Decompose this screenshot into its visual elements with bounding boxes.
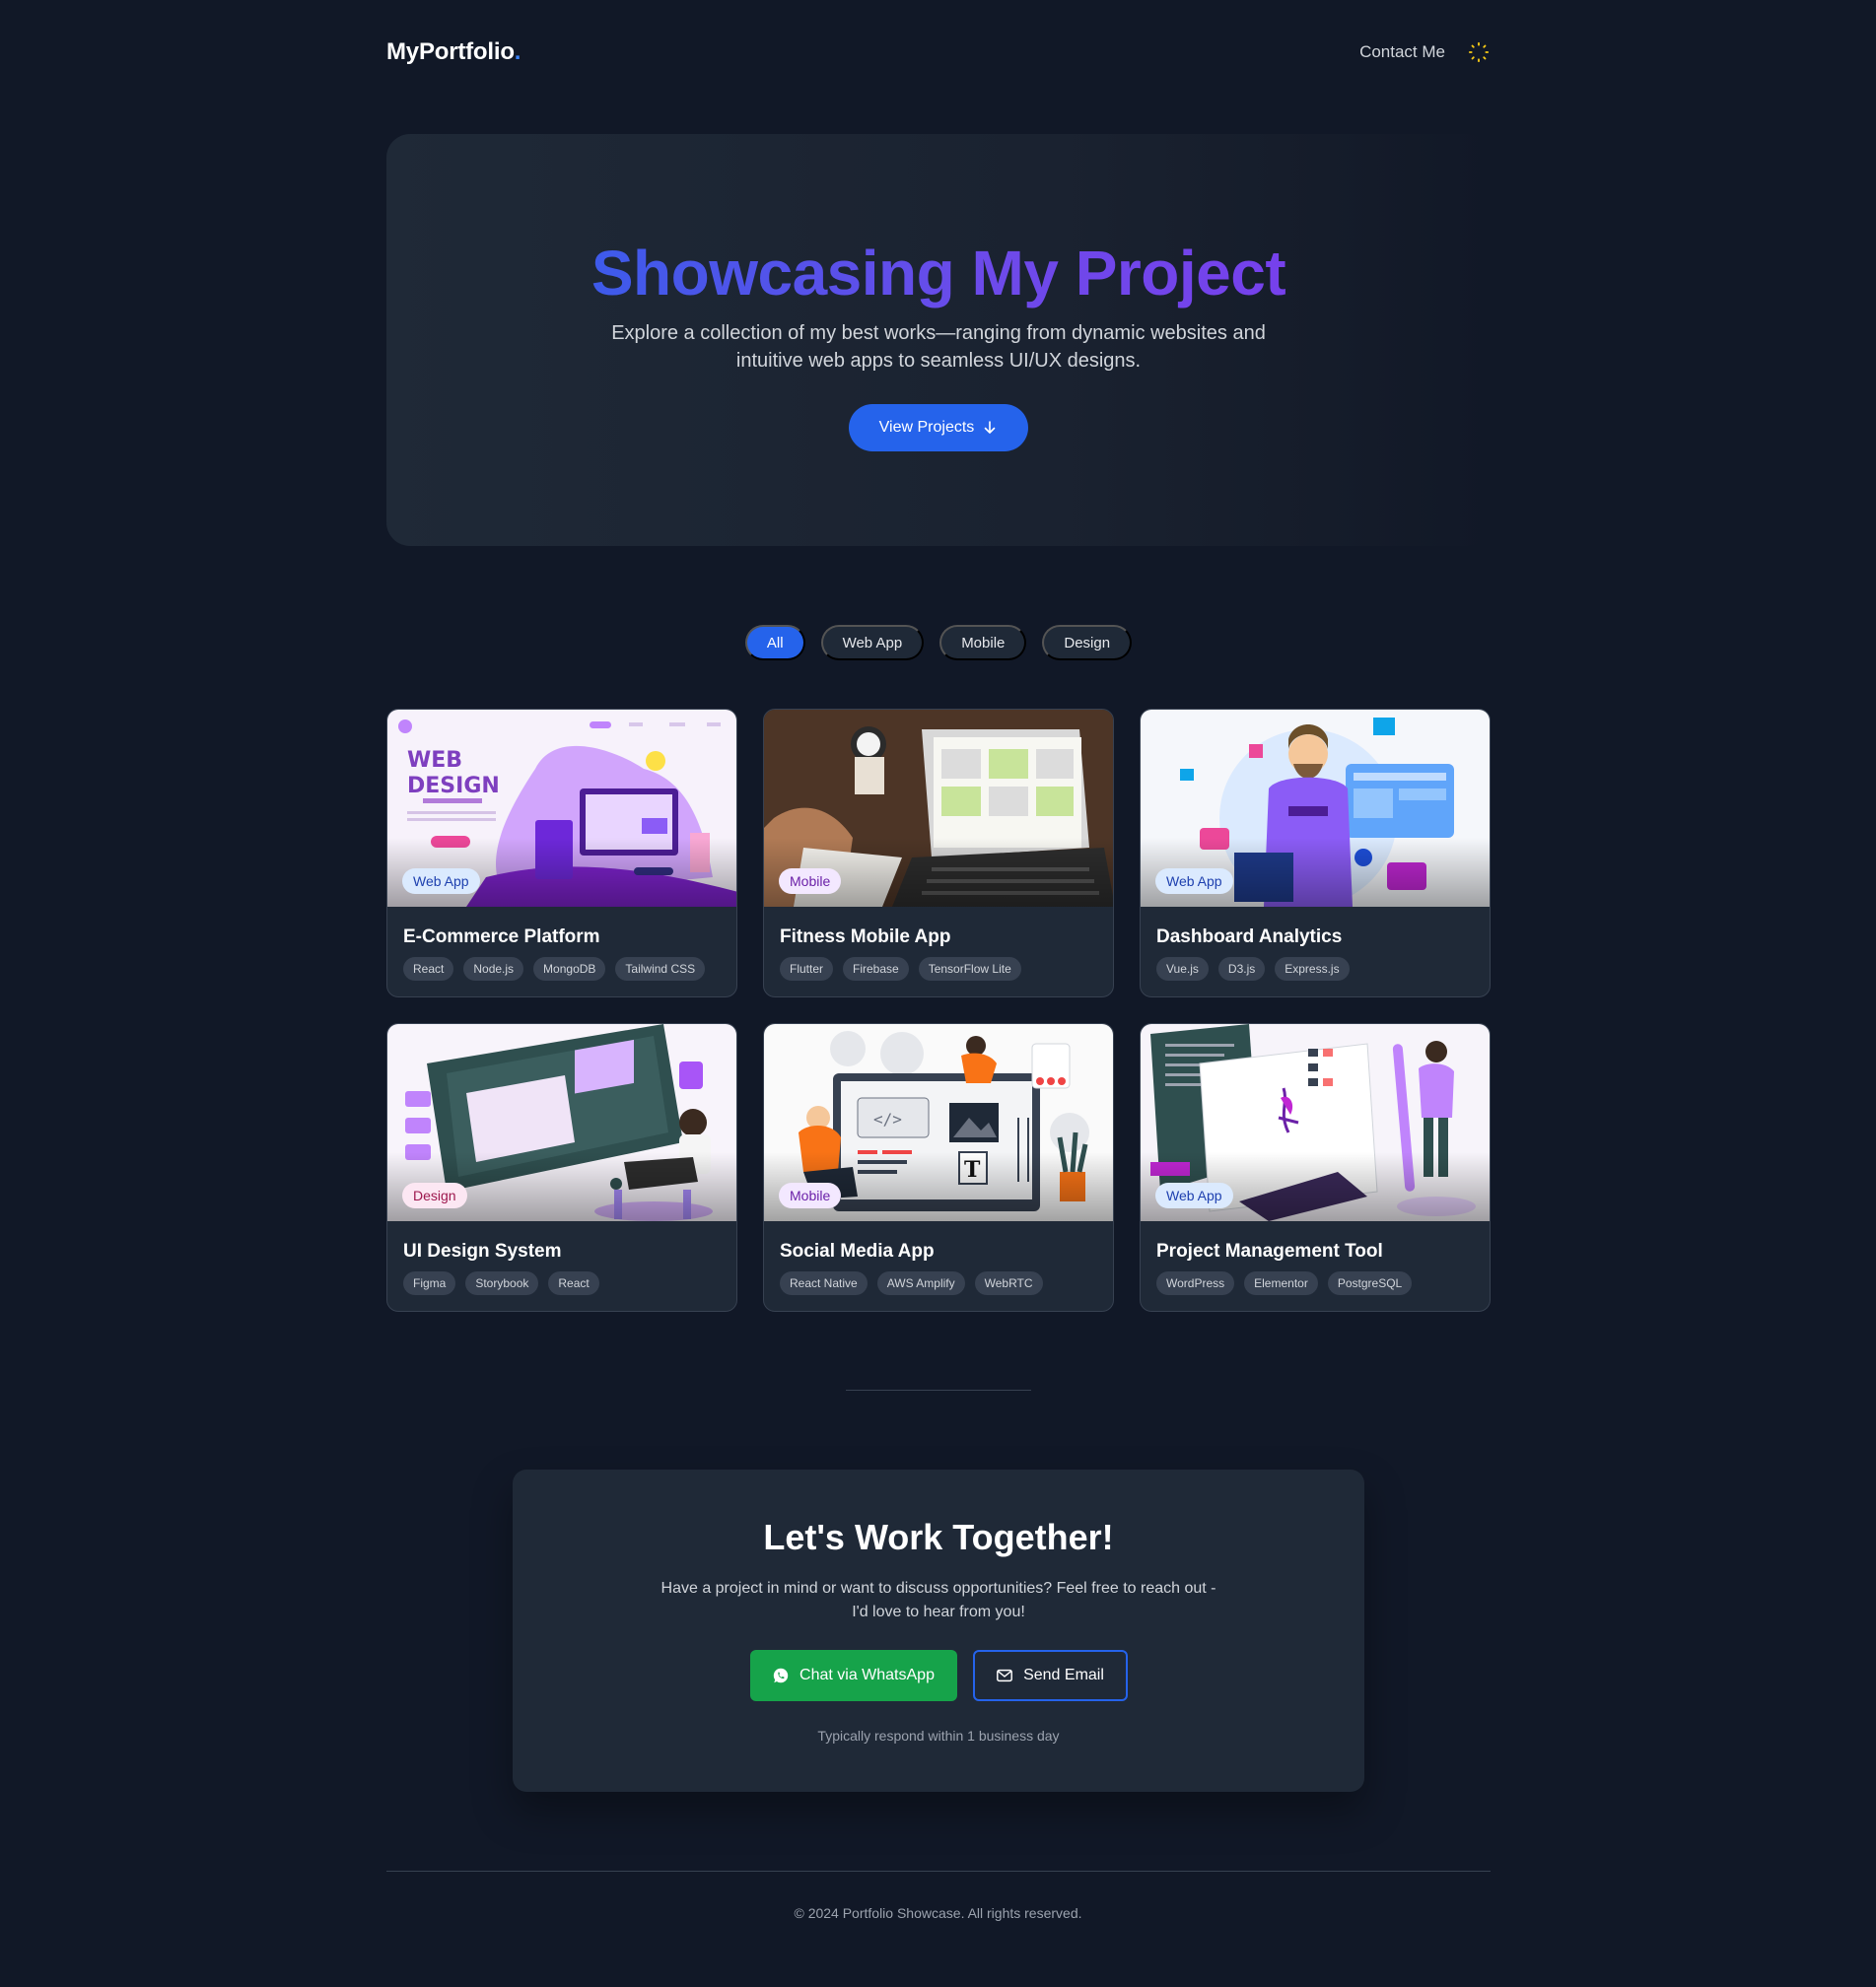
category-badge: Web App bbox=[1155, 868, 1233, 894]
whatsapp-label: Chat via WhatsApp bbox=[799, 1667, 935, 1683]
project-card[interactable]: Design UI Design System Figma Storybook … bbox=[386, 1023, 737, 1312]
tech-tag: Firebase bbox=[843, 957, 909, 981]
project-image: </> T Mobile bbox=[764, 1024, 1113, 1221]
arrow-down-icon bbox=[985, 421, 996, 434]
category-badge: Mobile bbox=[779, 868, 842, 894]
project-title: Project Management Tool bbox=[1156, 1241, 1383, 1262]
tech-tags: React Node.js MongoDB Tailwind CSS bbox=[403, 957, 706, 981]
project-card[interactable]: Mobile Fitness Mobile App Flutter Fireba… bbox=[763, 709, 1114, 997]
response-time-note: Typically respond within 1 business day bbox=[817, 1728, 1060, 1744]
footer-copyright: © 2024 Portfolio Showcase. All rights re… bbox=[794, 1905, 1082, 1921]
site-logo[interactable]: MyPortfolio. bbox=[386, 38, 521, 66]
send-email-button[interactable]: Send Email bbox=[972, 1650, 1128, 1701]
tech-tag: TensorFlow Lite bbox=[918, 957, 1021, 981]
header-actions: Contact Me bbox=[1359, 40, 1491, 64]
hero-title: Showcasing My Project bbox=[386, 237, 1491, 309]
filter-design[interactable]: Design bbox=[1042, 625, 1133, 660]
project-title: Dashboard Analytics bbox=[1156, 926, 1343, 947]
whatsapp-icon bbox=[773, 1668, 789, 1683]
tech-tag: Storybook bbox=[465, 1271, 539, 1295]
project-grid: WEB DESIGN Web App E-Commerce Platform R… bbox=[386, 709, 1491, 1312]
project-image: Mobile bbox=[764, 710, 1113, 907]
contact-text: Have a project in mind or want to discus… bbox=[660, 1580, 1216, 1620]
whatsapp-button[interactable]: Chat via WhatsApp bbox=[749, 1650, 957, 1701]
project-title: E-Commerce Platform bbox=[403, 926, 600, 947]
tech-tag: AWS Amplify bbox=[876, 1271, 965, 1295]
view-projects-label: View Projects bbox=[878, 419, 975, 436]
tech-tag: React bbox=[548, 1271, 599, 1295]
tech-tag: Express.js bbox=[1275, 957, 1350, 981]
tech-tag: React Native bbox=[780, 1271, 868, 1295]
project-card[interactable]: WEB DESIGN Web App E-Commerce Platform R… bbox=[386, 709, 737, 997]
hero-subtitle: Explore a collection of my best works—ra… bbox=[611, 322, 1266, 372]
logo-dot: . bbox=[514, 38, 521, 65]
svg-text:DESIGN: DESIGN bbox=[407, 774, 500, 798]
project-image: Web App bbox=[1141, 1024, 1490, 1221]
tech-tag: MongoDB bbox=[533, 957, 606, 981]
theme-toggle-button[interactable] bbox=[1467, 40, 1491, 64]
view-projects-button[interactable]: View Projects bbox=[849, 404, 1028, 451]
tech-tags: Vue.js D3.js Express.js bbox=[1156, 957, 1350, 981]
tech-tag: WebRTC bbox=[974, 1271, 1043, 1295]
tech-tag: React bbox=[403, 957, 454, 981]
contact-buttons: Chat via WhatsApp Send Email bbox=[513, 1650, 1364, 1701]
svg-text:</>: </> bbox=[873, 1110, 902, 1129]
project-title: Fitness Mobile App bbox=[780, 926, 951, 947]
tech-tag: Figma bbox=[403, 1271, 456, 1295]
project-title: Social Media App bbox=[780, 1241, 935, 1262]
category-badge: Design bbox=[402, 1183, 467, 1208]
project-image: WEB DESIGN Web App bbox=[387, 710, 736, 907]
project-card[interactable]: </> T Mobile Social Media App React Nati… bbox=[763, 1023, 1114, 1312]
project-card[interactable]: Web App Dashboard Analytics Vue.js D3.js… bbox=[1140, 709, 1491, 997]
footer-divider bbox=[386, 1871, 1491, 1872]
svg-text:WEB: WEB bbox=[407, 748, 462, 773]
project-title: UI Design System bbox=[403, 1241, 562, 1262]
project-image: Web App bbox=[1141, 710, 1490, 907]
category-badge: Mobile bbox=[779, 1183, 842, 1208]
site-header: MyPortfolio. Contact Me bbox=[386, 37, 1491, 67]
tech-tag: WordPress bbox=[1156, 1271, 1235, 1295]
hero-section: Showcasing My Project Explore a collecti… bbox=[386, 134, 1491, 546]
tech-tag: Node.js bbox=[463, 957, 524, 981]
send-email-label: Send Email bbox=[1023, 1667, 1104, 1683]
tech-tag: D3.js bbox=[1217, 957, 1266, 981]
project-image: Design bbox=[387, 1024, 736, 1221]
tech-tags: React Native AWS Amplify WebRTC bbox=[780, 1271, 1043, 1295]
tech-tag: Tailwind CSS bbox=[615, 957, 706, 981]
tech-tag: Vue.js bbox=[1156, 957, 1209, 981]
filter-mobile[interactable]: Mobile bbox=[939, 625, 1027, 660]
filter-web-app[interactable]: Web App bbox=[820, 625, 925, 660]
contact-title: Let's Work Together! bbox=[763, 1517, 1114, 1557]
section-divider bbox=[846, 1390, 1031, 1391]
mail-icon bbox=[997, 1669, 1012, 1682]
logo-text: MyPortfolio bbox=[386, 38, 515, 65]
tech-tags: Flutter Firebase TensorFlow Lite bbox=[780, 957, 1021, 981]
category-badge: Web App bbox=[1155, 1183, 1233, 1208]
tech-tag: Flutter bbox=[780, 957, 834, 981]
tech-tag: PostgreSQL bbox=[1327, 1271, 1413, 1295]
category-badge: Web App bbox=[402, 868, 480, 894]
contact-link[interactable]: Contact Me bbox=[1359, 42, 1445, 62]
contact-section: Let's Work Together! Have a project in m… bbox=[513, 1470, 1364, 1792]
tech-tags: WordPress Elementor PostgreSQL bbox=[1156, 1271, 1413, 1295]
tech-tags: Figma Storybook React bbox=[403, 1271, 599, 1295]
project-card[interactable]: Web App Project Management Tool WordPres… bbox=[1140, 1023, 1491, 1312]
tech-tag: Elementor bbox=[1244, 1271, 1318, 1295]
project-filters: All Web App Mobile Design bbox=[386, 625, 1491, 660]
sun-icon bbox=[1468, 41, 1490, 63]
svg-text:T: T bbox=[964, 1157, 981, 1183]
filter-all[interactable]: All bbox=[744, 625, 805, 660]
